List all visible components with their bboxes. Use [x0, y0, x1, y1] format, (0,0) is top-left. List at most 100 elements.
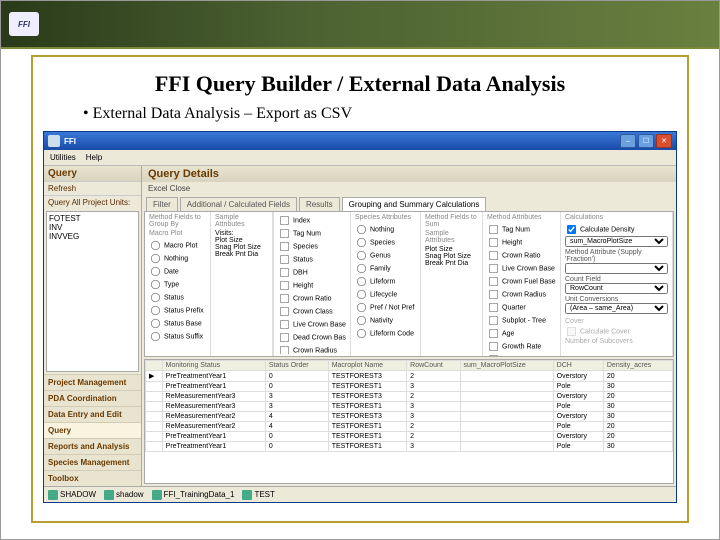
unit-item[interactable]: INV [49, 223, 136, 232]
unit-item[interactable]: FOTEST [49, 214, 136, 223]
unit-item[interactable]: INVVEG [49, 232, 136, 241]
col-header[interactable]: Monitoring Status [162, 361, 265, 371]
field-live-crown-base-ht[interactable]: Live Crown Base Ht [487, 262, 556, 275]
field-date[interactable]: Date [149, 265, 206, 278]
field-pref-not-pref[interactable]: Pref / Not Pref [355, 301, 416, 314]
field-status-base[interactable]: Status Base [149, 317, 206, 330]
calc-count-select[interactable]: RowCount [565, 283, 668, 294]
tab-results[interactable]: Results [299, 197, 340, 211]
field-status[interactable]: Status [149, 291, 206, 304]
statusbar: SHADOW shadow FFI_TrainingData_1 TEST [44, 486, 676, 502]
sidebar-nav-pda-coordination[interactable]: PDA Coordination [44, 390, 141, 406]
calc-subcover-label: Number of Subcovers [565, 338, 668, 345]
sidebar-nav-query[interactable]: Query [44, 422, 141, 438]
field-family[interactable]: Family [355, 262, 416, 275]
table-row[interactable]: ▶PreTreatmentYear10TESTFOREST32Overstory… [146, 371, 673, 382]
tab-additional-calculated-fields[interactable]: Additional / Calculated Fields [180, 197, 297, 211]
close-button[interactable]: ✕ [656, 134, 672, 148]
sidebar-nav-toolbox[interactable]: Toolbox [44, 470, 141, 486]
table-row[interactable]: PreTreatmentYear10TESTFOREST13Pole30 [146, 442, 673, 452]
table-row[interactable]: ReMeasurementYear24TESTFOREST12Pole20 [146, 422, 673, 432]
field-macro-plot[interactable]: Macro Plot [149, 239, 206, 252]
project-units-list[interactable]: FOTESTINVINVVEG [46, 211, 139, 372]
col-header[interactable]: DCH [553, 361, 603, 371]
statusbar-item[interactable]: TEST [242, 490, 274, 500]
calc-density-check[interactable]: Calculate Density [565, 223, 668, 236]
sidebar-nav-reports-and-analysis[interactable]: Reports and Analysis [44, 438, 141, 454]
field-type[interactable]: Type [149, 278, 206, 291]
field-dead-crown-base-ht[interactable]: Dead Crown Base Ht [278, 331, 346, 344]
field-status-prefix[interactable]: Status Prefix [149, 304, 206, 317]
field-tag-num[interactable]: Tag Num [278, 227, 346, 240]
table-row[interactable]: ReMeasurementYear33TESTFOREST13Pole30 [146, 402, 673, 412]
calc-cover-check[interactable]: Calculate Cover [565, 325, 668, 338]
field-lifecycle[interactable]: Lifecycle [355, 288, 416, 301]
main-toolbar[interactable]: Excel Close [142, 182, 676, 195]
calc-macroplot-select[interactable]: sum_MacroPlotSize [565, 236, 668, 247]
field-crown-radius[interactable]: Crown Radius [487, 288, 556, 301]
tab-grouping-and-summary-calculations[interactable]: Grouping and Summary Calculations [342, 197, 487, 211]
col-header[interactable]: RowCount [407, 361, 460, 371]
field-crown-ratio[interactable]: Crown Ratio [487, 249, 556, 262]
field-species[interactable]: Species [355, 236, 416, 249]
field-height[interactable]: Height [278, 279, 346, 292]
maximize-button[interactable]: ☐ [638, 134, 654, 148]
field-tag-num[interactable]: Tag Num [487, 223, 556, 236]
field-nativity[interactable]: Nativity [355, 314, 416, 327]
field-lifeform[interactable]: Lifeform [355, 275, 416, 288]
statusbar-item[interactable]: FFI_TrainingData_1 [152, 490, 235, 500]
col-header[interactable] [146, 361, 163, 371]
menu-utilities[interactable]: Utilities [50, 153, 76, 162]
sidebar-nav-project-management[interactable]: Project Management [44, 374, 141, 390]
field-height[interactable]: Height [487, 236, 556, 249]
results-grid[interactable]: Monitoring StatusStatus OrderMacroplot N… [144, 359, 674, 484]
field-quarter[interactable]: Quarter [487, 301, 556, 314]
titlebar[interactable]: FFI – ☐ ✕ [44, 132, 676, 150]
calc-area-select[interactable]: (Area – same_Area) [565, 303, 668, 314]
sum-meta: Snag Plot Size [425, 253, 478, 260]
field-index[interactable]: Index [278, 214, 346, 227]
refresh-link[interactable]: Refresh [44, 181, 141, 195]
field-crown-fuel-base-ht[interactable]: Crown Fuel Base Ht [487, 275, 556, 288]
sidebar-nav-data-entry-and-edit[interactable]: Data Entry and Edit [44, 406, 141, 422]
field-age[interactable]: Age [487, 327, 556, 340]
field-crown-class[interactable]: Crown Class [278, 305, 346, 318]
sample-meta: Snag Plot Size [215, 244, 268, 251]
menu-help[interactable]: Help [86, 153, 102, 162]
field-crown-radius[interactable]: Crown Radius [278, 344, 346, 354]
sidebar-nav-species-management[interactable]: Species Management [44, 454, 141, 470]
field-status[interactable]: Status [278, 253, 346, 266]
table-row[interactable]: ReMeasurementYear24TESTFOREST33Overstory… [146, 412, 673, 422]
field-lifeform-code[interactable]: Lifeform Code [355, 327, 416, 340]
field-species[interactable]: Species [278, 240, 346, 253]
app-icon [48, 135, 60, 147]
calc-head: Calculations [565, 214, 668, 221]
field-crown-ratio[interactable]: Crown Ratio [278, 292, 346, 305]
calc-count-label: Count Field [565, 276, 668, 283]
statusbar-item[interactable]: SHADOW [48, 490, 96, 500]
col-header[interactable]: Macroplot Name [328, 361, 406, 371]
app-window: FFI – ☐ ✕ Utilities Help Query Refresh Q… [43, 131, 677, 503]
sample-meta: Plot Size [215, 237, 268, 244]
field-genus[interactable]: Genus [355, 249, 416, 262]
field-dbh[interactable]: DBH [278, 266, 346, 279]
calc-supply-select[interactable] [565, 263, 668, 274]
window-title: FFI [64, 137, 618, 146]
field-nothing[interactable]: Nothing [355, 223, 416, 236]
field-nothing[interactable]: Nothing [149, 252, 206, 265]
col-header[interactable]: Density_acres [603, 361, 672, 371]
tab-filter[interactable]: Filter [146, 197, 178, 211]
table-row[interactable]: PreTreatmentYear10TESTFOREST12Overstory2… [146, 432, 673, 442]
statusbar-item[interactable]: shadow [104, 490, 144, 500]
minimize-button[interactable]: – [620, 134, 636, 148]
field-ladder-bri[interactable]: Ladder BRI [487, 353, 556, 356]
field-subplot-tree[interactable]: Subplot - Tree [487, 314, 556, 327]
col-header[interactable]: Status Order [265, 361, 328, 371]
field-status-suffix[interactable]: Status Suffix [149, 330, 206, 343]
calc-density-label: Calculate Density [580, 226, 634, 233]
table-row[interactable]: ReMeasurementYear33TESTFOREST32Overstory… [146, 392, 673, 402]
col-header[interactable]: sum_MacroPlotSize [460, 361, 553, 371]
field-growth-rate[interactable]: Growth Rate [487, 340, 556, 353]
table-row[interactable]: PreTreatmentYear10TESTFOREST13Pole30 [146, 382, 673, 392]
field-live-crown-base-ht[interactable]: Live Crown Base Ht [278, 318, 346, 331]
